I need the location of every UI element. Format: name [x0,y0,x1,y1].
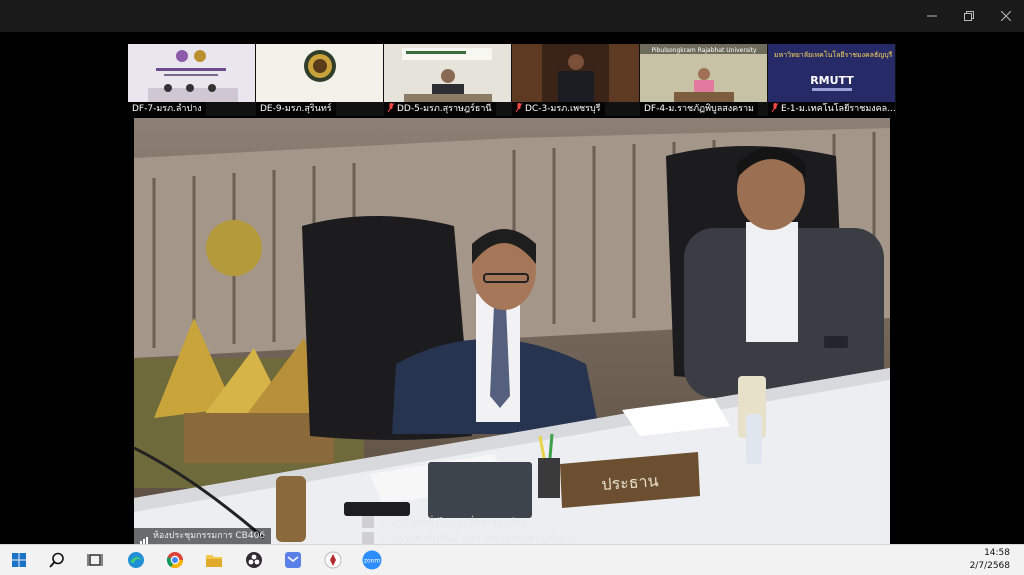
university-banner: Pibulsongkram Rajabhat University [651,47,757,54]
facebook-icon [362,532,374,544]
restore-button[interactable] [950,0,988,32]
video-scene: ประธาน [134,118,890,544]
credit-line: งานบริหารทั่วไปและสื่อสารองค์กร [362,516,526,531]
mic-muted-icon [516,103,522,112]
edge-button[interactable] [125,549,147,571]
camera-icon [362,516,374,528]
participant-video [256,44,383,102]
mail-button[interactable] [282,549,304,571]
file-explorer-icon [206,555,222,567]
room-label: ห้องประชุมกรรมการ CB406 [134,528,272,544]
obs-icon [246,552,262,568]
participant-tile[interactable]: DD-5-มรภ.สุราษฎร์ธานี [384,44,511,116]
search-button[interactable] [46,549,68,571]
participant-tile[interactable]: DE-9-มรภ.สุรินทร์ [256,44,383,116]
rmutt-logo: RMUTT [810,74,854,87]
restore-icon [964,11,974,21]
participant-tile[interactable]: DF-7-มรภ.ลำปาง [128,44,255,116]
clock-date: 2/7/2568 [969,561,1010,571]
obs-button[interactable] [243,549,265,571]
zoom-icon: zoom [362,550,382,570]
task-view-icon [87,554,103,566]
emblem-app-button[interactable] [322,549,344,571]
participant-video [512,44,639,102]
window-title-bar [0,0,1024,32]
system-clock[interactable]: 14:58 2/7/2568 [970,547,1010,573]
chrome-icon [166,552,184,569]
close-button[interactable] [987,0,1024,32]
participant-video: มหาวิทยาลัยเทคโนโลยีราชมงคลธัญบุรี RMUTT [768,44,895,102]
signal-strength-icon [140,528,149,544]
task-view-button[interactable] [84,549,106,571]
close-icon [1001,11,1011,21]
search-icon [49,552,64,568]
main-speaker-video[interactable]: ประธาน ห้องประชุมกรรมการ CB406 งานบริหาร… [134,118,890,544]
participant-strip: DF-7-มรภ.ลำปาง DE-9-มรภ.สุรินทร์ DD-5-มร… [128,44,896,116]
participant-tile[interactable]: มหาวิทยาลัยเทคโนโลยีราชมงคลธัญบุรี RMUTT… [768,44,895,116]
edge-icon [128,552,144,568]
taskbar: zoom 14:58 2/7/2568 [0,544,1024,575]
participant-name: DF-7-มรภ.ลำปาง [128,102,206,116]
emblem-app-icon [324,551,342,569]
participant-name: DD-5-มรภ.สุราษฎร์ธานี [384,102,496,116]
clock-time: 14:58 [984,548,1010,558]
participant-tile[interactable]: DC-3-มรภ.เพชรบุรี [512,44,639,116]
minimize-icon [927,15,937,17]
windows-start-button[interactable] [8,549,30,571]
zoom-button[interactable]: zoom [361,549,383,571]
participant-video [128,44,255,102]
chrome-button[interactable] [164,549,186,571]
mic-muted-icon [772,103,778,112]
participant-tile[interactable]: Pibulsongkram Rajabhat University DF-4-ม… [640,44,767,116]
mail-icon [285,552,301,568]
mic-muted-icon [388,103,394,112]
nameplate-text: ประธาน [601,471,659,494]
participant-name: DC-3-มรภ.เพชรบุรี [512,102,605,116]
minimize-button[interactable] [913,0,951,32]
zoom-label: zoom [364,558,380,565]
participant-name: DF-4-ม.ราชภัฏพิบูลสงคราม [640,102,758,116]
participant-video: Pibulsongkram Rajabhat University [640,44,767,102]
participant-name: E-1-ม.เทคโนโลยีราชมงคล... [768,102,895,116]
university-banner: มหาวิทยาลัยเทคโนโลยีราชมงคลธัญบุรี [774,50,893,59]
file-explorer-button[interactable] [203,549,225,571]
participant-video [384,44,511,102]
participant-name: DE-9-มรภ.สุรินทร์ [256,102,336,116]
credit-line: งานประชาสัมพันธ์ มหาวิทยาลัยราชภัฏลำปาง [362,532,576,544]
windows-start-icon [12,553,26,567]
